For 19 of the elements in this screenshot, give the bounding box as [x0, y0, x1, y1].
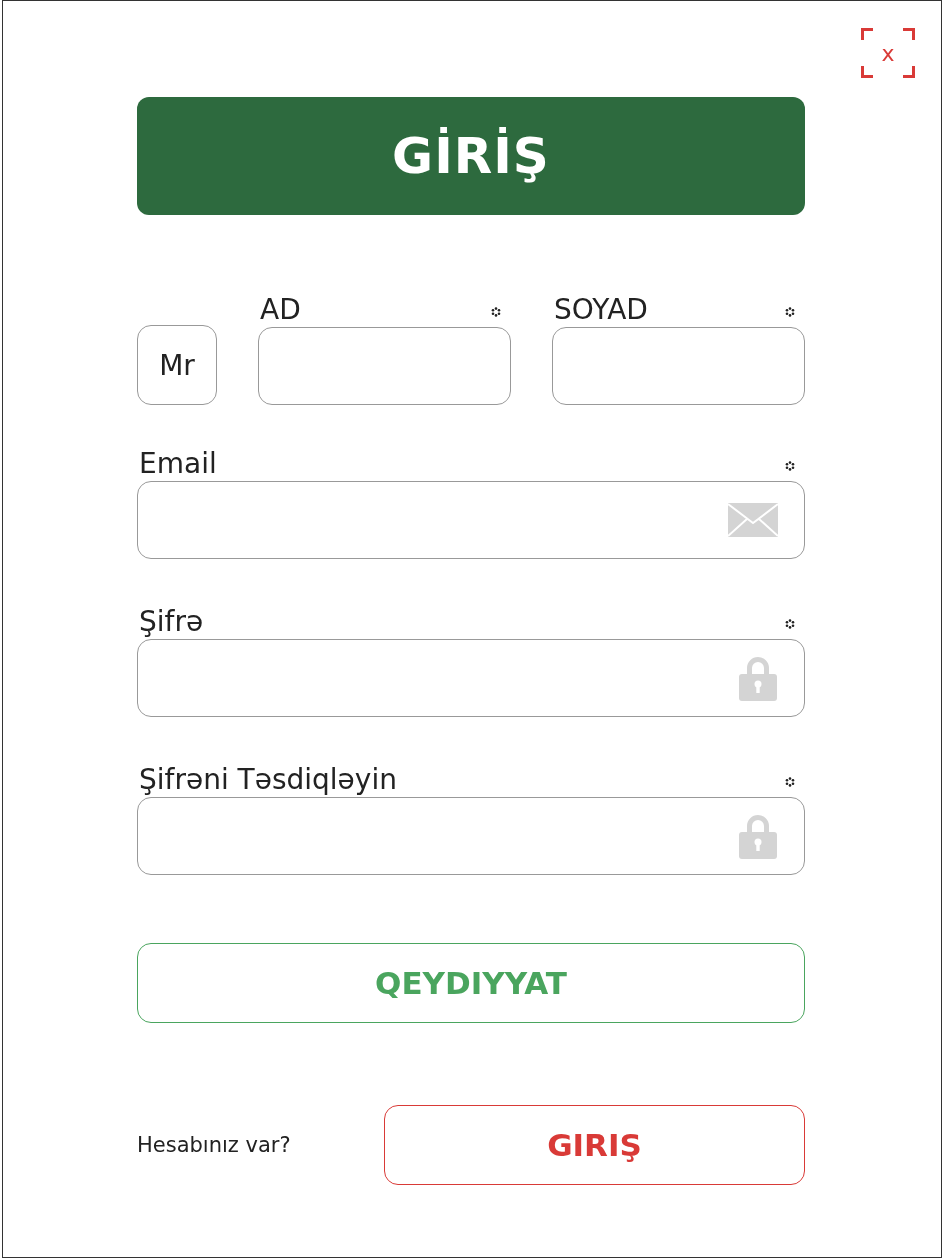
field-label: Şifrə	[139, 605, 204, 639]
padlock-icon	[738, 655, 778, 701]
login-prompt: Hesabınız var?	[137, 1133, 291, 1157]
close-button[interactable]: x	[861, 28, 915, 78]
field-label: SOYAD	[554, 293, 648, 327]
input-field[interactable]	[137, 639, 805, 717]
field-label: AD	[260, 293, 301, 327]
salutation-select[interactable]: Mr	[137, 325, 217, 405]
title-banner: GİRİŞ	[137, 97, 805, 215]
padlock-icon	[738, 813, 778, 859]
register-button[interactable]: QEYDIYYAT	[137, 943, 805, 1023]
login-button[interactable]: GIRIŞ	[384, 1105, 805, 1185]
input-field[interactable]	[258, 327, 511, 405]
envelope-icon	[728, 503, 778, 537]
field-label: Şifrəni Təsdiqləyin	[139, 763, 397, 797]
input-field[interactable]	[137, 797, 805, 875]
field-label: Email	[139, 447, 217, 481]
input-field[interactable]	[552, 327, 805, 405]
input-field[interactable]	[137, 481, 805, 559]
